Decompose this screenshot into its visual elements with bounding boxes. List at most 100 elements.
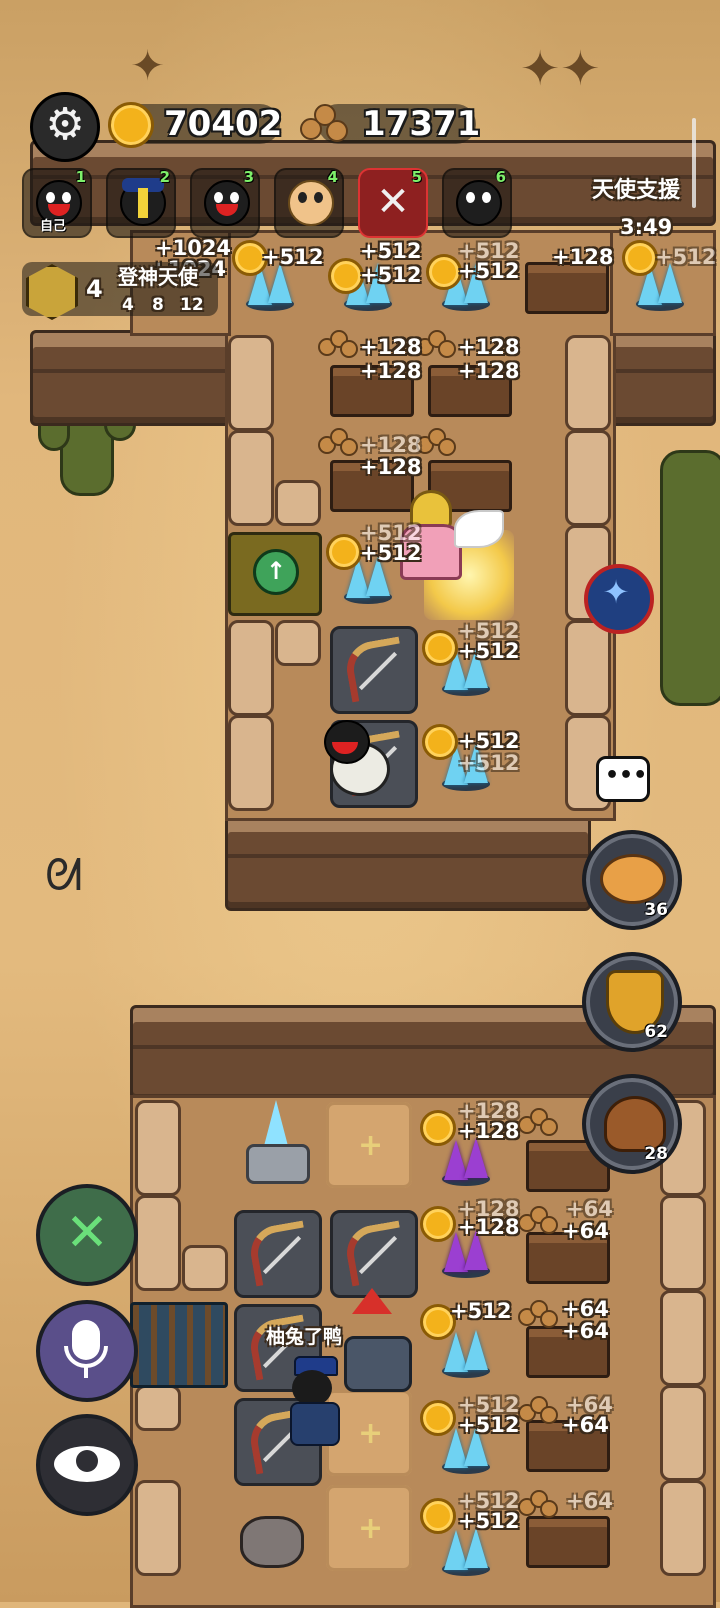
piggy-bank-button[interactable]: 36 (582, 830, 682, 930)
gold-coin-icon (426, 254, 462, 290)
player-slot-number: 4 (327, 168, 338, 186)
stone-block (228, 620, 274, 716)
wood-gain-label: +128 (360, 455, 422, 479)
gold-coin-icon (420, 1498, 456, 1534)
piggy-bank-icon (600, 854, 666, 904)
build-tools-button[interactable]: ✕ (36, 1184, 138, 1286)
gold-gain-label: +1024 (155, 236, 232, 260)
wood-gain-label: +128 (458, 359, 520, 383)
wall-segment (225, 815, 591, 911)
wood-gain-label: +64 (566, 1489, 613, 1513)
sheep-character[interactable] (320, 714, 390, 798)
log-bundle-icon (300, 104, 350, 144)
wood-gain-label: +64 (562, 1219, 609, 1243)
gold-coin-icon (420, 1400, 456, 1436)
wood-gain-label: +128 (360, 335, 422, 359)
gold-gain-label: +512 (458, 1413, 520, 1437)
wood-amount: 17371 (362, 104, 481, 144)
log-bundle-icon (518, 1490, 558, 1518)
rank-level: 4 (86, 275, 103, 303)
stone-block (135, 1100, 181, 1196)
chat-bubble-icon: ••• (605, 763, 648, 788)
wood-gain-label: +64 (562, 1413, 609, 1437)
gold-gain-label: +512 (360, 239, 422, 263)
iron-gate[interactable] (130, 1302, 228, 1388)
gold-gain-label: +512 (360, 541, 422, 565)
event-title: 天使支援 (592, 178, 681, 203)
stone-block (182, 1245, 228, 1291)
player-slot-3[interactable]: 3 (190, 168, 260, 238)
gold-gain-label: +512 (360, 263, 422, 287)
log-bundle-icon (318, 330, 358, 358)
dry-plant-icon: ✦ (130, 41, 166, 90)
microphone-button[interactable] (36, 1300, 138, 1402)
hammer-wrench-icon: ✕ (65, 1203, 109, 1263)
gold-gain-label: +128 (458, 1215, 520, 1239)
log-bundle-icon (518, 1108, 558, 1136)
gold-coin-icon (422, 724, 458, 760)
log-bundle-icon (416, 428, 456, 456)
player-slot-5[interactable]: ✕ 5 (358, 168, 428, 238)
player-slot-number: 3 (243, 168, 254, 186)
rank-step: 8 (152, 295, 164, 315)
claw-icon: ✕ (376, 179, 410, 225)
log-bundle-icon (518, 1396, 558, 1424)
gold-gain-label: +128 (458, 1119, 520, 1143)
gold-gain-label: +512 (450, 1299, 512, 1323)
player-slot-2[interactable]: 2 (106, 168, 176, 238)
gold-gain-label: +512 (458, 259, 520, 283)
red-upgrade-arrow-icon (352, 1288, 392, 1314)
player-slot-4[interactable]: 4 (274, 168, 344, 238)
wood-gain-label: +128 (360, 433, 422, 457)
wall-segment (610, 330, 716, 426)
upgrade-arrow-icon: ↑ (253, 549, 299, 595)
chat-button[interactable]: ••• (596, 756, 650, 802)
stone-block (228, 335, 274, 431)
wood-gain-label: +64 (562, 1319, 609, 1343)
ice-crystal-pedestal[interactable] (240, 1100, 310, 1184)
stone-block (135, 1480, 181, 1576)
stone-block (660, 1480, 706, 1576)
player-slot-number: 1 (75, 168, 86, 186)
stone-block (565, 430, 611, 526)
poop-button[interactable]: 28 (582, 1074, 682, 1174)
lumber-mill[interactable] (525, 262, 609, 314)
crossbow-tower[interactable] (330, 1210, 418, 1298)
crossbow-tower[interactable] (330, 626, 418, 714)
empty-build-slot[interactable]: + (326, 1102, 412, 1188)
gold-coin-icon (420, 1110, 456, 1146)
lumber-mill[interactable] (526, 1516, 610, 1568)
stone-block (660, 1195, 706, 1291)
skeleton-claw-icon: ᘛ (45, 850, 83, 901)
player-slot-1[interactable]: 1 自己 (22, 168, 92, 238)
upgrade-tower[interactable]: ↑ (228, 532, 322, 616)
wood-gain-label: +64 (562, 1297, 609, 1321)
wolf-icon: ✦ (602, 573, 630, 611)
wood-gain-label: +128 (552, 245, 614, 269)
player-slot-6[interactable]: 6 (442, 168, 512, 238)
settings-button[interactable]: ⚙ (30, 92, 100, 162)
empty-build-slot[interactable]: + (326, 1485, 412, 1571)
cannon-turret[interactable] (344, 1336, 412, 1392)
rank-title: 登神天使 (118, 265, 198, 289)
cat-character (230, 1496, 310, 1568)
wood-gain-label: +128 (360, 359, 422, 383)
stone-block (135, 1385, 181, 1431)
piggy-bank-count: 36 (644, 900, 668, 920)
player-character[interactable] (284, 1356, 344, 1448)
crossbow-tower[interactable] (234, 1210, 322, 1298)
gold-amount: 70402 (164, 104, 283, 144)
player-slot-number: 5 (411, 168, 422, 186)
stone-block (565, 335, 611, 431)
gold-coin-icon (328, 258, 364, 294)
wood-gain-label: +128 (458, 335, 520, 359)
stone-block (228, 430, 274, 526)
gold-coin-icon (420, 1206, 456, 1242)
wall-segment (30, 330, 231, 426)
stone-block (275, 480, 321, 526)
event-timer: 3:49 (620, 215, 673, 239)
shield-button[interactable]: 62 (582, 952, 682, 1052)
view-toggle-button[interactable] (36, 1414, 138, 1516)
player-slot-number: 2 (159, 168, 170, 186)
gold-coin-icon (326, 534, 362, 570)
